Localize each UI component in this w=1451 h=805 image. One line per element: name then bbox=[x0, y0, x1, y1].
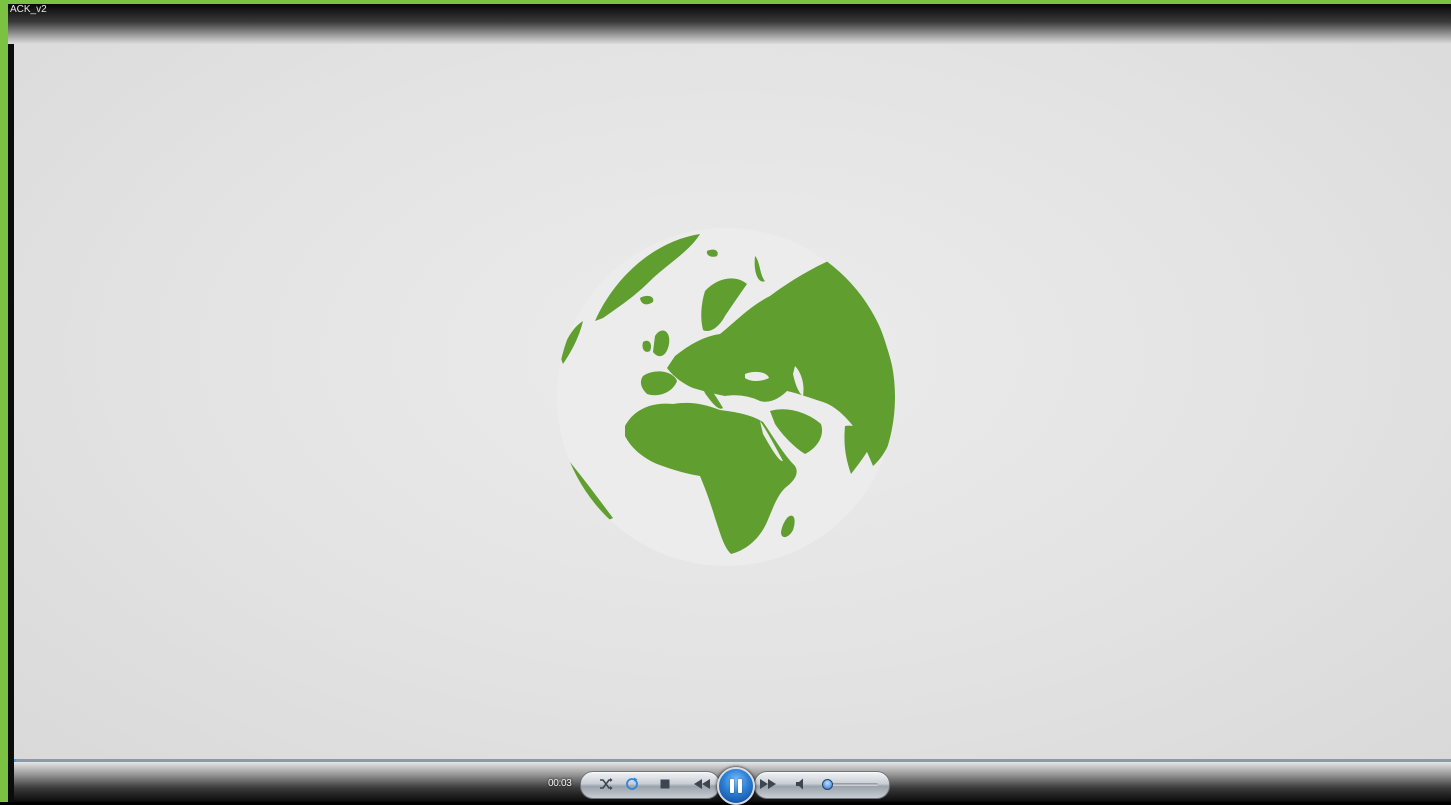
play-pause-button[interactable] bbox=[717, 767, 755, 805]
next-icon bbox=[760, 779, 776, 789]
window-frame-left bbox=[0, 0, 8, 802]
pause-icon bbox=[728, 779, 744, 793]
shuffle-button[interactable] bbox=[596, 775, 616, 793]
elapsed-time: 00:03 bbox=[548, 778, 572, 789]
next-button[interactable] bbox=[756, 775, 780, 793]
globe-image bbox=[557, 228, 895, 566]
speaker-icon bbox=[796, 778, 803, 790]
shuffle-icon bbox=[600, 778, 613, 790]
repeat-icon bbox=[626, 777, 638, 790]
window-title: ACK_v2 bbox=[10, 4, 47, 15]
previous-button[interactable] bbox=[690, 775, 714, 793]
previous-icon bbox=[694, 779, 710, 789]
title-bar[interactable]: ACK_v2 bbox=[8, 4, 1451, 44]
stop-icon bbox=[660, 779, 670, 789]
stop-button[interactable] bbox=[655, 775, 675, 793]
repeat-button[interactable] bbox=[622, 775, 642, 793]
mute-button[interactable] bbox=[790, 775, 810, 793]
